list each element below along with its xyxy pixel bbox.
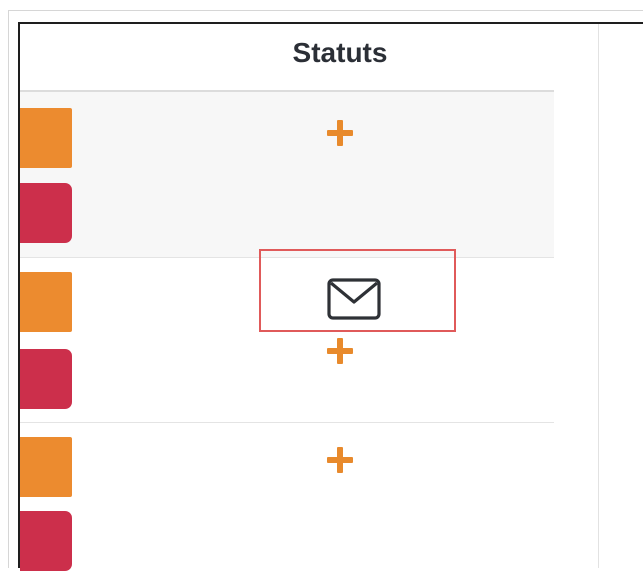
- status-tag-orange[interactable]: [20, 437, 72, 497]
- table-header: Statuts: [20, 24, 554, 92]
- add-status-plus-icon[interactable]: [327, 447, 353, 473]
- add-status-plus-icon[interactable]: [327, 338, 353, 364]
- status-tag-red[interactable]: [20, 349, 72, 409]
- status-tag-orange[interactable]: [20, 272, 72, 332]
- table-row: [20, 258, 554, 423]
- status-tag-orange[interactable]: [20, 108, 72, 168]
- send-email-button[interactable]: [327, 278, 381, 320]
- table-row: [20, 92, 554, 258]
- status-tag-red[interactable]: [20, 511, 72, 571]
- envelope-icon: [327, 278, 381, 320]
- status-tag-red[interactable]: [20, 183, 72, 243]
- table-container: Statuts: [18, 22, 643, 571]
- table-row: [20, 423, 554, 571]
- side-panel: [598, 24, 643, 568]
- column-header-statuts[interactable]: Statuts: [20, 37, 643, 69]
- add-status-plus-icon[interactable]: [327, 120, 353, 146]
